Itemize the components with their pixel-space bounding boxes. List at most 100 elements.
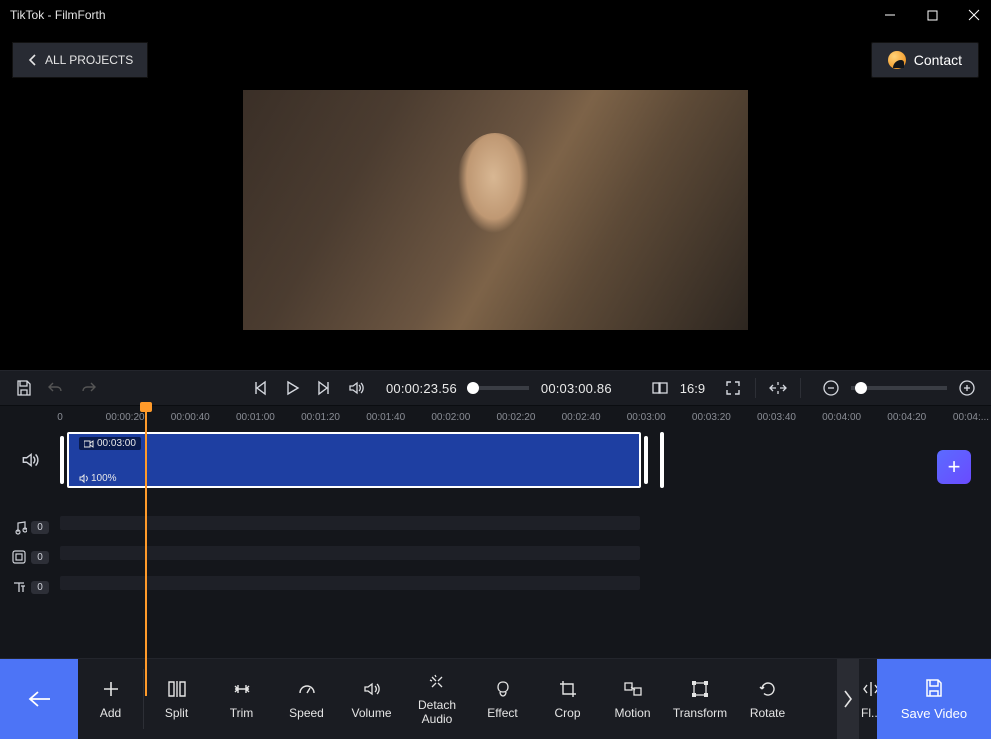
flip-button[interactable]: Fl...	[859, 659, 877, 739]
save-video-button[interactable]: Save Video	[877, 659, 991, 739]
back-button[interactable]	[0, 659, 78, 739]
motion-label: Motion	[614, 706, 650, 720]
fit-button[interactable]	[766, 376, 790, 400]
zoom-slider[interactable]	[851, 386, 947, 390]
add-media-button[interactable]: +	[937, 450, 971, 484]
camera-icon	[84, 440, 94, 448]
clip-volume-badge: 100%	[79, 473, 117, 484]
text-track-icon[interactable]: 0	[0, 579, 60, 595]
titlebar: TikTok - FilmForth	[0, 0, 991, 30]
aspect-ratio-button[interactable]	[648, 376, 672, 400]
scrubber[interactable]	[467, 386, 529, 390]
effect-label: Effect	[487, 706, 517, 720]
flip-label: Fl...	[861, 706, 877, 720]
speed-label: Speed	[289, 706, 324, 720]
play-button[interactable]	[280, 376, 304, 400]
detach-icon	[427, 672, 447, 692]
mute-button[interactable]	[344, 376, 368, 400]
volume-button[interactable]: Volume	[339, 659, 404, 739]
prev-frame-button[interactable]	[248, 376, 272, 400]
effect-button[interactable]: Effect	[470, 659, 535, 739]
music-count: 0	[31, 521, 49, 534]
scrubber-handle[interactable]	[467, 382, 479, 394]
speed-button[interactable]: Speed	[274, 659, 339, 739]
flip-icon	[861, 679, 877, 699]
ruler-tick: 00:01:20	[301, 412, 340, 423]
detach-audio-button[interactable]: DetachAudio	[404, 659, 470, 739]
ruler-tick: 00:04:...	[953, 412, 989, 423]
audio-track-icon	[0, 450, 60, 470]
overlay-track: 0	[0, 546, 991, 568]
next-frame-button[interactable]	[312, 376, 336, 400]
window-controls	[883, 8, 981, 22]
aspect-ratio-text: 16:9	[680, 381, 705, 396]
split-label: Split	[165, 706, 188, 720]
ruler-tick: 00:01:00	[236, 412, 275, 423]
rotate-icon	[758, 679, 778, 699]
overlay-count: 0	[31, 551, 49, 564]
trim-button[interactable]: Trim	[209, 659, 274, 739]
split-icon	[166, 679, 188, 699]
save-video-label: Save Video	[901, 706, 967, 721]
contact-avatar-icon	[888, 51, 906, 69]
ruler-tick: 00:02:00	[431, 412, 470, 423]
text-track: 0	[0, 576, 991, 598]
text-track-lane[interactable]	[60, 576, 661, 598]
maximize-button[interactable]	[925, 8, 939, 22]
zoom-slider-handle[interactable]	[855, 382, 867, 394]
fullscreen-button[interactable]	[721, 376, 745, 400]
contact-button[interactable]: Contact	[871, 42, 979, 78]
end-marker[interactable]	[660, 432, 664, 488]
zoom-in-button[interactable]	[955, 376, 979, 400]
undo-button[interactable]	[44, 376, 68, 400]
video-track: 00:03:00 100%	[0, 432, 991, 488]
ruler-tick: 00:04:20	[887, 412, 926, 423]
music-track-lane[interactable]	[60, 516, 661, 538]
top-bar: ALL PROJECTS Contact	[0, 30, 991, 90]
overlay-track-lane[interactable]	[60, 546, 661, 568]
ruler-tick: 00:00:20	[106, 412, 145, 423]
split-button[interactable]: Split	[144, 659, 209, 739]
minimize-button[interactable]	[883, 8, 897, 22]
video-preview[interactable]	[243, 90, 748, 370]
text-count: 0	[31, 581, 49, 594]
overlay-track-icon[interactable]: 0	[0, 549, 60, 565]
more-tools-button[interactable]	[837, 659, 859, 739]
close-button[interactable]	[967, 8, 981, 22]
video-clip[interactable]: 00:03:00 100%	[60, 432, 648, 488]
video-track-lane[interactable]: 00:03:00 100%	[60, 432, 661, 488]
crop-icon	[558, 679, 578, 699]
zoom-out-button[interactable]	[819, 376, 843, 400]
clip-duration-badge: 00:03:00	[79, 437, 141, 450]
ruler-tick: 00:02:20	[496, 412, 535, 423]
all-projects-label: ALL PROJECTS	[45, 53, 133, 67]
ruler-tick: 00:02:40	[562, 412, 601, 423]
all-projects-button[interactable]: ALL PROJECTS	[12, 42, 148, 78]
add-button[interactable]: Add	[78, 659, 143, 739]
music-track-icon[interactable]: 0	[0, 519, 60, 535]
playhead[interactable]	[145, 406, 147, 696]
contact-label: Contact	[914, 52, 962, 68]
crop-button[interactable]: Crop	[535, 659, 600, 739]
rotate-button[interactable]: Rotate	[735, 659, 800, 739]
transform-button[interactable]: Transform	[665, 659, 735, 739]
bottom-toolbar: Add Split Trim Speed Volume DetachAudio …	[0, 658, 991, 739]
current-time: 00:00:23.56	[386, 381, 457, 396]
redo-button[interactable]	[76, 376, 100, 400]
motion-button[interactable]: Motion	[600, 659, 665, 739]
clip-right-handle[interactable]	[644, 436, 648, 484]
transform-label: Transform	[673, 706, 727, 720]
letterbox-bottom	[243, 330, 748, 370]
timeline-ruler[interactable]: 0 00:00:20 00:00:40 00:01:00 00:01:20 00…	[60, 412, 971, 432]
effect-icon	[493, 679, 513, 699]
chevron-left-icon	[27, 53, 37, 67]
ruler-tick: 00:03:00	[627, 412, 666, 423]
save-project-button[interactable]	[12, 376, 36, 400]
ruler-tick: 00:01:40	[366, 412, 405, 423]
volume-label: Volume	[351, 706, 391, 720]
music-track: 0	[0, 516, 991, 538]
ruler-tick: 00:00:40	[171, 412, 210, 423]
transform-icon	[690, 679, 710, 699]
motion-icon	[622, 679, 644, 699]
clip-left-handle[interactable]	[60, 436, 64, 484]
